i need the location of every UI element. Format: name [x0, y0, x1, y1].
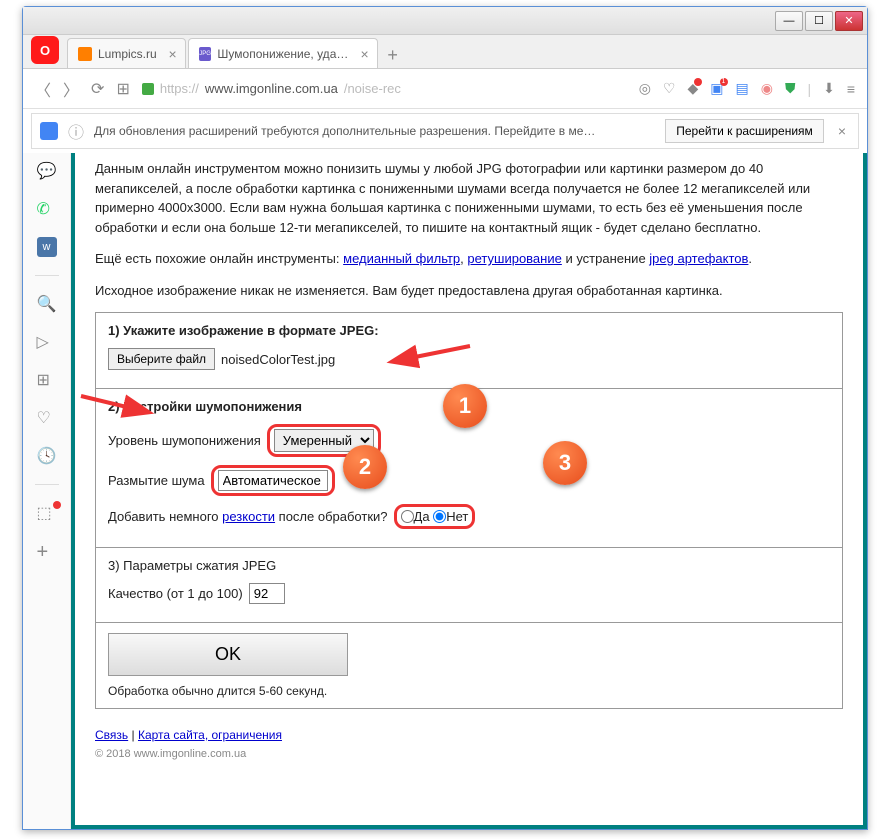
tab-lumpics[interactable]: Lumpics.ru ×: [67, 38, 186, 68]
add-sidebar-icon[interactable]: +: [37, 541, 57, 561]
ok-button[interactable]: OK: [108, 633, 348, 676]
annotation-badge-3: 3: [543, 441, 587, 485]
forward-icon[interactable]: 〉: [63, 77, 79, 101]
history-icon[interactable]: 🕓: [37, 446, 57, 466]
new-tab-button[interactable]: +: [380, 42, 406, 68]
annotation-arrow-1: [400, 338, 480, 371]
noise-level-label: Уровень шумопонижения: [108, 433, 261, 448]
tab-imgonline[interactable]: JPG Шумопонижение, удалить ×: [188, 38, 378, 68]
window-titlebar: — ☐ ✕: [23, 7, 867, 35]
quality-label: Качество (от 1 до 100): [108, 586, 243, 601]
sitemap-link[interactable]: Карта сайта, ограничения: [138, 728, 282, 742]
extension3-icon[interactable]: ▤: [736, 80, 749, 97]
download-icon[interactable]: ⬇: [823, 80, 835, 97]
window-maximize-button[interactable]: ☐: [805, 11, 833, 31]
toolbar-right: ◎ ♡ ◆ ▣1 ▤ ◉ ⛊ | ⬇ ≡: [639, 80, 855, 97]
menu-icon[interactable]: ≡: [847, 81, 855, 97]
intro-paragraph-3: Исходное изображение никак не изменяется…: [95, 281, 843, 301]
highlight-3: Да Нет: [394, 504, 476, 529]
copyright: © 2018 www.imgonline.com.ua: [95, 748, 843, 760]
messenger-icon[interactable]: 💬: [37, 161, 57, 181]
submit-box: OK Обработка обычно длится 5-60 секунд.: [95, 622, 843, 709]
url-field[interactable]: https:// www.imgonline.com.ua/noise-rec: [142, 81, 627, 96]
blur-label: Размытие шума: [108, 473, 205, 488]
intro-paragraph-2: Ещё есть похожие онлайн инструменты: мед…: [95, 249, 843, 269]
sharpness-link[interactable]: резкости: [222, 509, 275, 524]
annotation-badge-1: 1: [443, 384, 487, 428]
processing-hint: Обработка обычно длится 5-60 секунд.: [108, 684, 830, 698]
whatsapp-icon[interactable]: ✆: [37, 199, 57, 219]
goto-extensions-button[interactable]: Перейти к расширениям: [665, 119, 824, 143]
opera-logo-icon: O: [31, 36, 59, 64]
footer-links: Связь | Карта сайта, ограничения: [95, 728, 843, 742]
adblock-icon[interactable]: ◉: [761, 80, 773, 97]
retouch-link[interactable]: ретуширование: [467, 251, 561, 266]
search-icon[interactable]: 🔍: [37, 294, 57, 314]
selected-filename: noisedColorTest.jpg: [221, 352, 335, 367]
url-scheme: https://: [160, 81, 199, 96]
extension2-icon[interactable]: ▣1: [710, 80, 723, 97]
reload-icon[interactable]: ⟳: [91, 79, 104, 99]
choose-file-button[interactable]: Выберите файл: [108, 348, 215, 370]
blur-input[interactable]: [218, 470, 328, 491]
browser-window: — ☐ ✕ O Lumpics.ru × JPG Шумопонижение, …: [22, 6, 868, 830]
extensions-icon[interactable]: ⬚: [37, 503, 57, 523]
page-content: Данным онлайн инструментом можно понизит…: [75, 153, 863, 825]
intro-paragraph-1: Данным онлайн инструментом можно понизит…: [95, 159, 843, 237]
page-content-frame: Данным онлайн инструментом можно понизит…: [71, 153, 867, 829]
window-minimize-button[interactable]: —: [775, 11, 803, 31]
url-host: www.imgonline.com.ua: [205, 81, 338, 96]
lock-icon: [142, 83, 154, 95]
camera-icon[interactable]: ◎: [639, 80, 651, 97]
step3-title: 3) Параметры сжатия JPEG: [108, 558, 830, 573]
shield-icon[interactable]: ⛊: [785, 80, 796, 97]
sharpen-yes-radio[interactable]: [401, 510, 414, 523]
sharpen-no-radio[interactable]: [433, 510, 446, 523]
tab-label: Lumpics.ru: [98, 47, 157, 61]
notification-bar: ⓘ Для обновления расширений требуются до…: [31, 113, 859, 149]
annotation-arrow-2: [76, 388, 146, 421]
highlight-2: [211, 465, 335, 496]
annotation-badge-2: 2: [343, 445, 387, 489]
window-close-button[interactable]: ✕: [835, 11, 863, 31]
speed-dial-icon[interactable]: ⊞: [116, 79, 129, 99]
tab-bar: O Lumpics.ru × JPG Шумопонижение, удалит…: [23, 35, 867, 69]
notification-close-icon[interactable]: ×: [834, 123, 850, 139]
info-icon: ⓘ: [68, 119, 84, 143]
send-icon[interactable]: ▷: [37, 332, 57, 352]
back-icon[interactable]: 〈: [35, 77, 51, 101]
favicon-icon: [78, 47, 92, 61]
notification-text: Для обновления расширений требуются допо…: [94, 124, 655, 138]
step3-box: 3) Параметры сжатия JPEG Качество (от 1 …: [95, 547, 843, 623]
quality-input[interactable]: [249, 583, 285, 604]
heart-icon[interactable]: ♡: [37, 408, 57, 428]
translate-icon: [40, 122, 58, 140]
favicon-icon: JPG: [199, 47, 212, 61]
address-bar: 〈 〉 ⟳ ⊞ https:// www.imgonline.com.ua/noi…: [23, 69, 867, 109]
vk-icon[interactable]: w: [37, 237, 57, 257]
browser-sidebar: 💬 ✆ w 🔍 ▷ ⊞ ♡ 🕓 ⬚ +: [23, 153, 71, 829]
contact-link[interactable]: Связь: [95, 728, 128, 742]
bookmark-icon[interactable]: ♡: [663, 80, 676, 97]
extension1-icon[interactable]: ◆: [687, 80, 698, 97]
url-path: /noise-rec: [344, 81, 401, 96]
tab-close-icon[interactable]: ×: [169, 46, 177, 62]
step1-title: 1) Укажите изображение в формате JPEG:: [108, 323, 830, 338]
median-filter-link[interactable]: медианный фильтр: [343, 251, 460, 266]
jpeg-artifacts-link[interactable]: jpeg артефактов: [649, 251, 748, 266]
tab-close-icon[interactable]: ×: [361, 46, 369, 62]
speed-dial-sidebar-icon[interactable]: ⊞: [37, 370, 57, 390]
tab-label: Шумопонижение, удалить: [217, 47, 348, 61]
